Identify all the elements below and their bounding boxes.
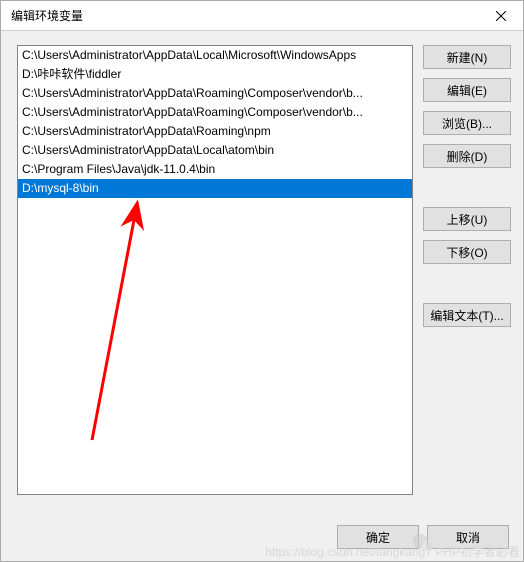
list-item[interactable]: C:\Users\Administrator\AppData\Roaming\C… xyxy=(18,84,412,103)
list-item[interactable]: D:\咔咔软件\fiddler xyxy=(18,65,412,84)
move-down-button[interactable]: 下移(O) xyxy=(423,240,511,264)
titlebar: 编辑环境变量 xyxy=(1,1,523,31)
list-item[interactable]: C:\Users\Administrator\AppData\Roaming\n… xyxy=(18,122,412,141)
list-item[interactable]: D:\mysql-8\bin xyxy=(18,179,412,198)
window-title: 编辑环境变量 xyxy=(11,7,83,24)
list-item[interactable]: C:\Program Files\Java\jdk-11.0.4\bin xyxy=(18,160,412,179)
close-button[interactable] xyxy=(478,1,523,31)
list-item[interactable]: C:\Users\Administrator\AppData\Local\ato… xyxy=(18,141,412,160)
edit-text-button[interactable]: 编辑文本(T)... xyxy=(423,303,511,327)
path-listbox[interactable]: C:\Users\Administrator\AppData\Local\Mic… xyxy=(17,45,413,495)
side-button-column: 新建(N) 编辑(E) 浏览(B)... 删除(D) 上移(U) 下移(O) 编… xyxy=(423,45,511,503)
new-button[interactable]: 新建(N) xyxy=(423,45,511,69)
dialog-window: 编辑环境变量 C:\Users\Administrator\AppData\Lo… xyxy=(0,0,524,562)
list-item[interactable]: C:\Users\Administrator\AppData\Local\Mic… xyxy=(18,46,412,65)
ok-button[interactable]: 确定 xyxy=(337,525,419,549)
delete-button[interactable]: 删除(D) xyxy=(423,144,511,168)
dialog-body: C:\Users\Administrator\AppData\Local\Mic… xyxy=(1,31,523,513)
move-up-button[interactable]: 上移(U) xyxy=(423,207,511,231)
list-item[interactable]: C:\Users\Administrator\AppData\Roaming\C… xyxy=(18,103,412,122)
dialog-footer: 确定 取消 xyxy=(1,513,523,561)
browse-button[interactable]: 浏览(B)... xyxy=(423,111,511,135)
close-icon xyxy=(496,11,506,21)
edit-button[interactable]: 编辑(E) xyxy=(423,78,511,102)
cancel-button[interactable]: 取消 xyxy=(427,525,509,549)
